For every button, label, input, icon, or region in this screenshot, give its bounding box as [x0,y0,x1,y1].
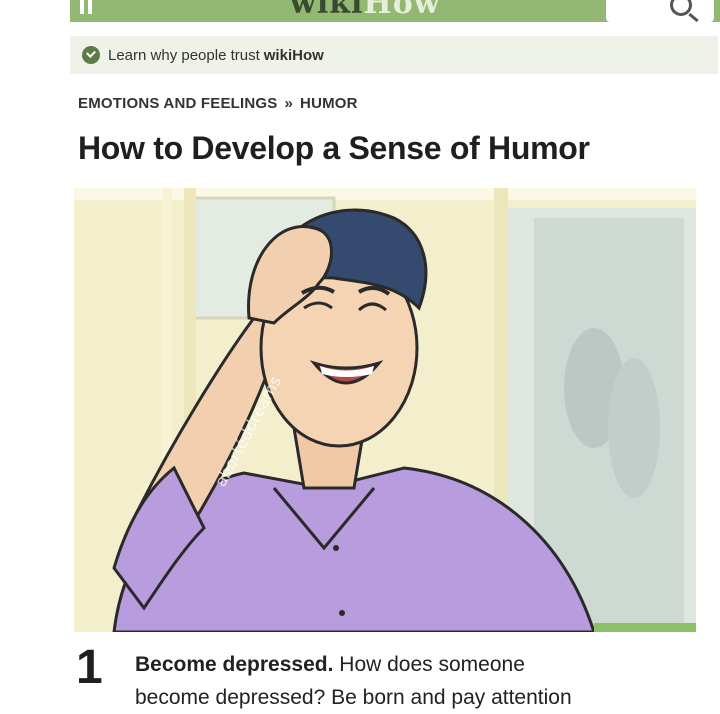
trust-text: Learn why people trust [108,46,260,64]
logo-wiki-text: wiki [290,0,364,21]
step-number: 1 [76,641,103,694]
step-illustration: abortéddreams [74,188,696,632]
breadcrumb-item-humor[interactable]: HUMOR [300,95,358,112]
trust-brand: wikiHow [263,46,324,64]
logo-how-text: How [363,0,441,21]
step-body-line2: become depressed? Be born and pay attent… [135,686,572,709]
breadcrumb: EMOTIONS AND FEELINGS » HUMOR [78,95,358,112]
hamburger-menu-icon[interactable] [80,0,106,16]
trust-banner[interactable]: Learn why people trust wikiHow [70,36,718,74]
wikihow-logo[interactable]: wikiHow [290,0,441,21]
breadcrumb-separator: » [284,95,294,112]
breadcrumb-item-emotions[interactable]: EMOTIONS AND FEELINGS [78,95,278,112]
left-margin [0,0,70,714]
search-icon[interactable] [670,0,692,16]
step-heading: Become depressed. [135,653,334,676]
check-badge-icon [82,46,100,64]
step-body-line1: How does someone [339,653,525,676]
article-title: How to Develop a Sense of Humor [78,130,590,166]
step-text: Become depressed. How does someone becom… [135,648,715,714]
